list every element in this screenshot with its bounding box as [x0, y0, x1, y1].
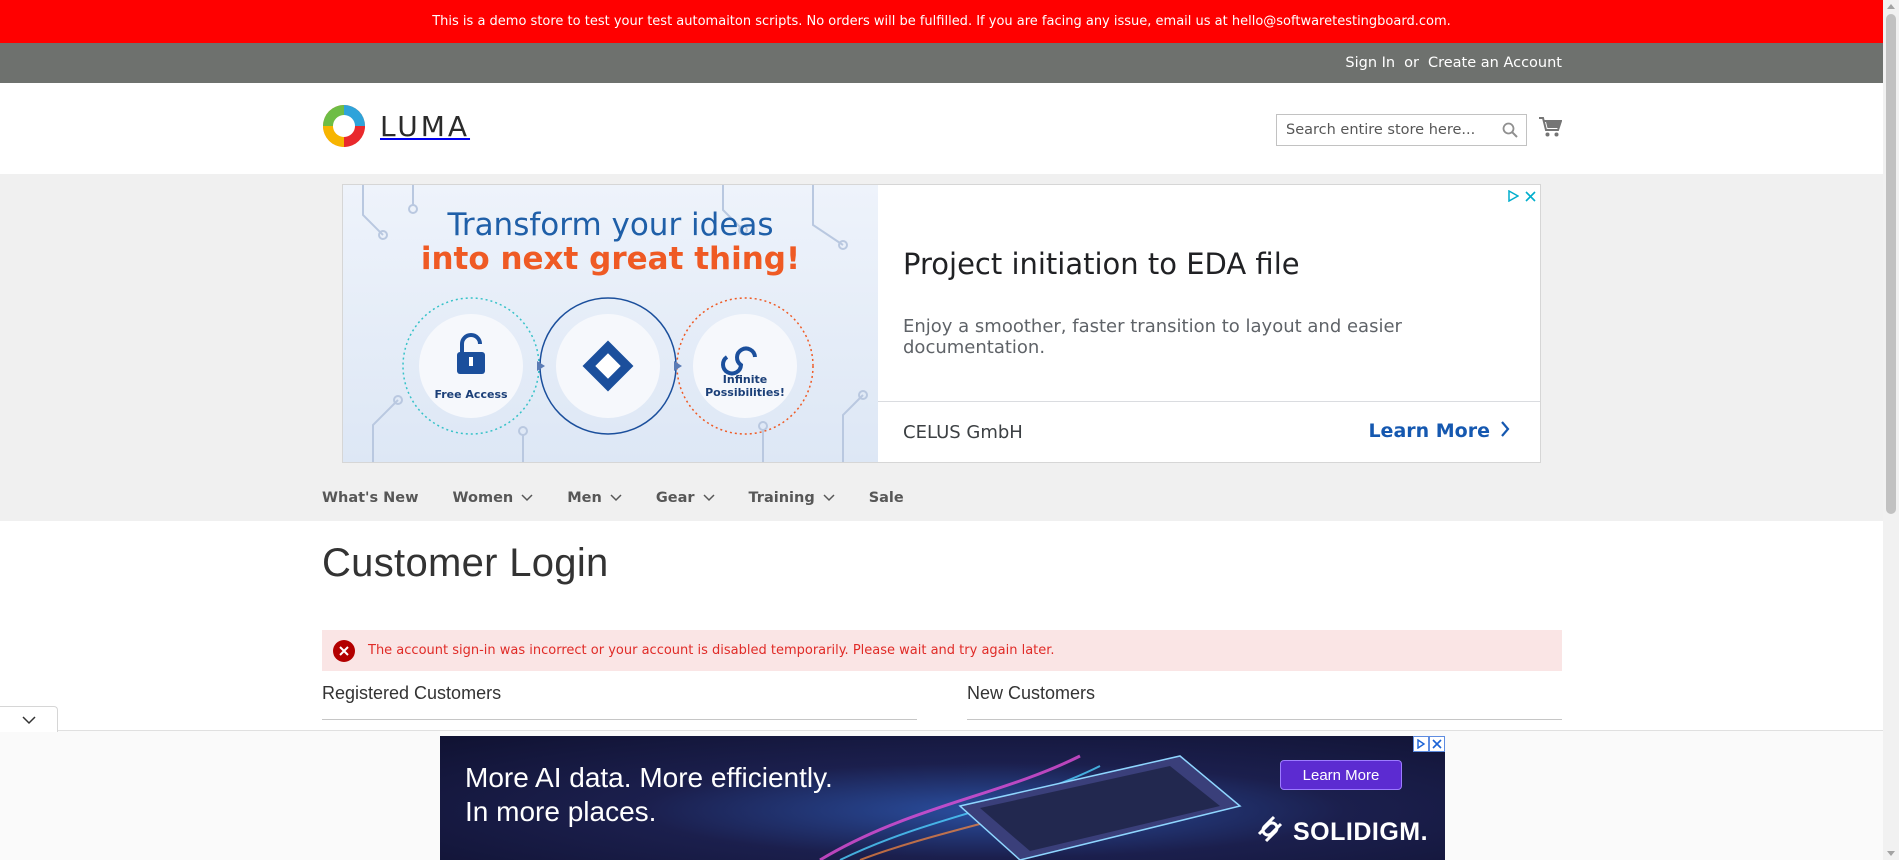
error-icon — [333, 639, 355, 662]
ad-choices[interactable] — [1508, 187, 1536, 206]
ad-choices-icon[interactable] — [1413, 736, 1429, 752]
nav-item-label: What's New — [322, 489, 419, 506]
registered-customers-title: Registered Customers — [322, 683, 502, 703]
collapse-chevron-icon — [21, 710, 36, 729]
solidigm-logo-text: SOLIDIGM. — [1293, 818, 1429, 846]
chevron-down-icon — [610, 490, 622, 506]
ad-circle-label-line1: Infinite — [722, 373, 768, 386]
chevron-down-icon — [521, 490, 533, 506]
logo-text: LUMA — [380, 109, 471, 143]
ad-circle-label-free-access: Free Access — [434, 388, 508, 401]
solidigm-logo-icon — [1255, 814, 1285, 851]
ad-circle-label-line2: Possibilities! — [705, 386, 785, 399]
bottom-ad-learn-more-button[interactable]: Learn More — [1280, 760, 1402, 790]
chevron-down-icon — [702, 490, 715, 506]
panel-header: Sign In or Create an Account — [0, 43, 1883, 83]
nav-item-label: Gear — [655, 489, 695, 506]
luma-logo[interactable]: LUMA — [322, 104, 470, 148]
search-input[interactable] — [1277, 115, 1487, 145]
nav-item-label: Men — [567, 489, 602, 506]
search-icon[interactable] — [1502, 122, 1518, 142]
create-account-link[interactable]: Create an Account — [1428, 55, 1562, 71]
scrollbar-thumb[interactable] — [1886, 14, 1896, 514]
chevron-down-icon — [823, 490, 835, 506]
search-box — [1276, 114, 1527, 146]
bottom-ad-text: More AI data. More efficiently. In more … — [465, 761, 833, 829]
nav-item-label: Sale — [868, 489, 904, 506]
page-scrollbar[interactable] — [1883, 0, 1899, 860]
ad-and-nav-zone: Transform your ideas into next great thi… — [0, 174, 1883, 521]
demo-notice-text: This is a demo store to test your test a… — [432, 14, 1451, 29]
cart-icon[interactable] — [1538, 116, 1563, 142]
demo-notice-banner: This is a demo store to test your test a… — [0, 0, 1883, 43]
ad-title[interactable]: Project initiation to EDA file — [903, 247, 1300, 281]
close-icon[interactable] — [1525, 187, 1536, 206]
ad-learn-more-button[interactable]: Learn More — [1368, 420, 1510, 442]
nav-item-women[interactable]: Women — [453, 490, 534, 506]
header-links: Sign In or Create an Account — [1345, 43, 1562, 83]
anchor-ad-collapse-button[interactable] — [0, 706, 58, 732]
registered-customers-divider — [322, 719, 917, 720]
nav-item-sale[interactable]: Sale — [869, 490, 904, 506]
ad-circle-label-infinite: Infinite Possibilities! — [695, 373, 795, 399]
nav-item-label: Women — [452, 489, 514, 506]
sponsored-ad-card[interactable]: Transform your ideas into next great thi… — [342, 184, 1541, 463]
new-customers-divider — [967, 719, 1562, 720]
nav-item-gear[interactable]: Gear — [656, 490, 715, 506]
nav-item-whats-new[interactable]: What's New — [322, 490, 419, 506]
nav-item-training[interactable]: Training — [749, 490, 835, 506]
ad-headline-line2: into next great thing! — [420, 241, 801, 277]
main-navigation: What's New Women Men Gear Training Sale — [322, 474, 938, 521]
ad-footer: CELUS GmbH Learn More — [878, 401, 1540, 462]
ad-learn-more-label: Learn More — [1368, 420, 1490, 442]
header-content: LUMA — [0, 83, 1883, 174]
bottom-ad-choices[interactable] — [1413, 736, 1445, 752]
page-title: Customer Login — [322, 541, 609, 585]
scroll-down-arrow-icon[interactable] — [1887, 851, 1895, 856]
ad-text-block[interactable]: Project initiation to EDA file Enjoy a s… — [878, 185, 1540, 401]
chevron-right-icon — [1500, 420, 1510, 442]
solidigm-logo: SOLIDIGM. — [1255, 814, 1428, 851]
ad-choices-icon[interactable] — [1508, 187, 1520, 206]
ad-image[interactable]: Transform your ideas into next great thi… — [343, 185, 878, 462]
luma-logo-icon — [322, 104, 366, 148]
error-message-text: The account sign-in was incorrect or you… — [368, 643, 1055, 658]
sign-in-link[interactable]: Sign In — [1345, 55, 1395, 71]
nav-item-men[interactable]: Men — [567, 490, 622, 506]
ad-headline-line1: Transform your ideas — [447, 207, 774, 243]
bottom-ad-line1: More AI data. More efficiently. — [465, 762, 833, 793]
or-separator: or — [1404, 55, 1419, 71]
nav-item-label: Training — [748, 489, 815, 506]
ad-description: Enjoy a smoother, faster transition to l… — [903, 316, 1402, 358]
bottom-ad-line2: In more places. — [465, 796, 657, 827]
ad-advertiser[interactable]: CELUS GmbH — [903, 422, 1023, 443]
close-icon[interactable] — [1429, 736, 1445, 752]
new-customers-title: New Customers — [967, 683, 1096, 703]
scroll-up-arrow-icon[interactable] — [1887, 4, 1895, 9]
error-message: The account sign-in was incorrect or you… — [322, 630, 1562, 671]
bottom-anchor-ad[interactable]: More AI data. More efficiently. In more … — [440, 736, 1445, 860]
